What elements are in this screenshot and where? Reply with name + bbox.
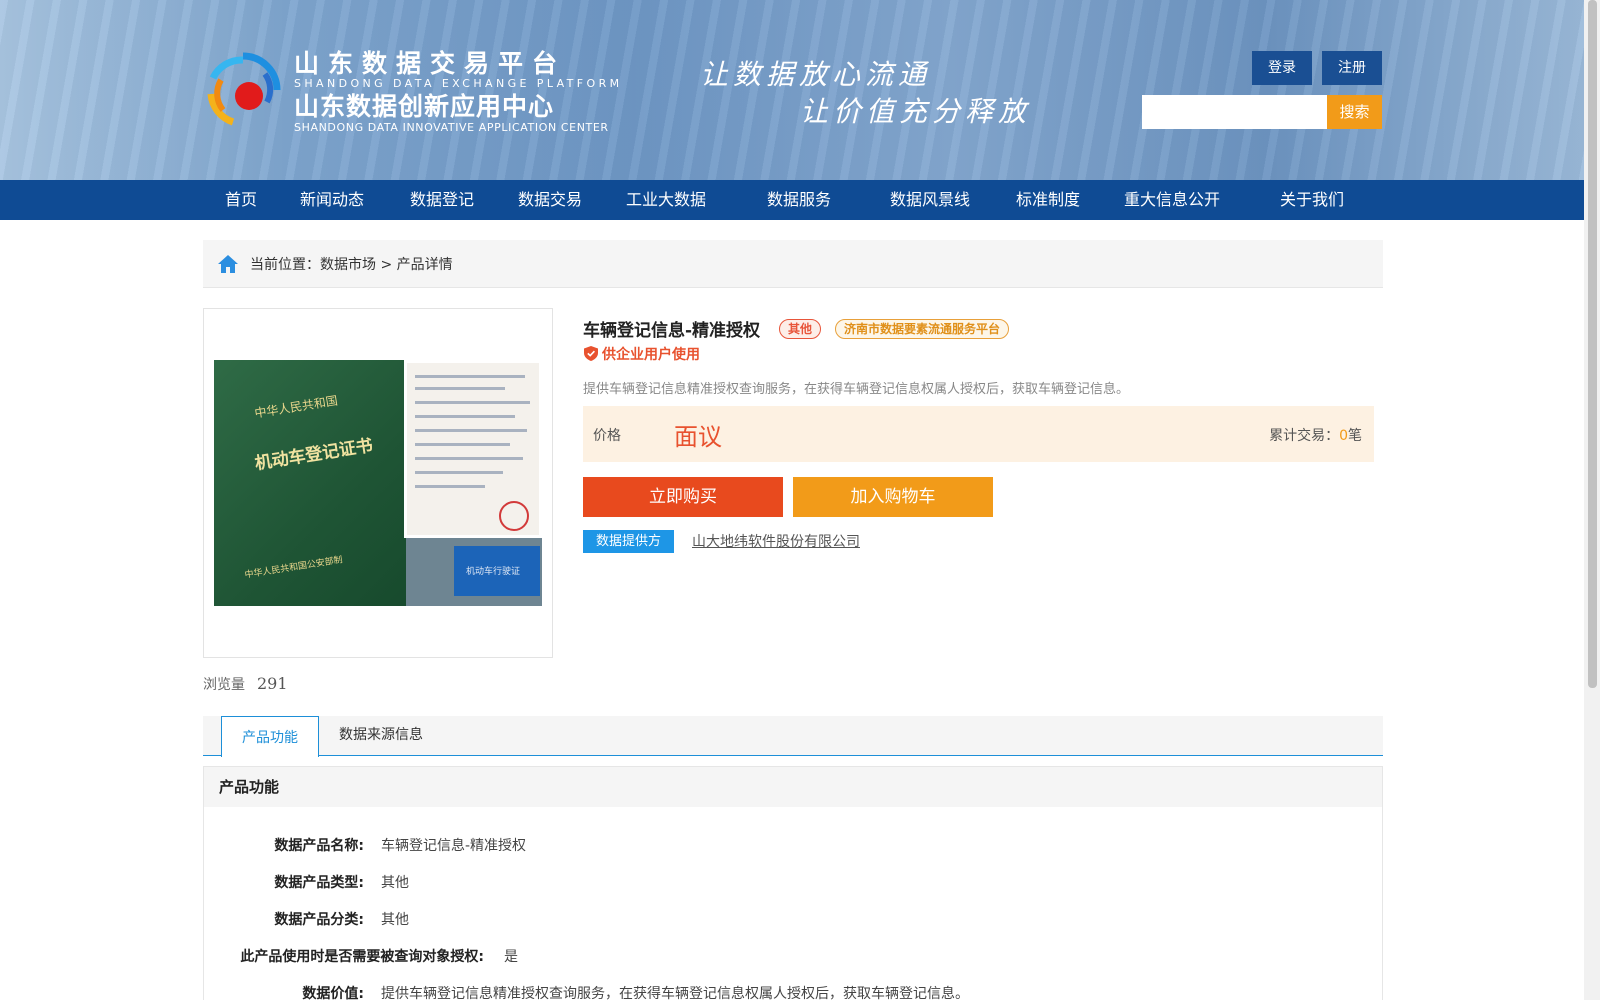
search-input[interactable] xyxy=(1142,95,1327,129)
register-button[interactable]: 注册 xyxy=(1322,51,1382,85)
enterprise-only-text: 供企业用户使用 xyxy=(602,347,700,363)
brand-title-en: SHANDONG DATA EXCHANGE PLATFORM xyxy=(294,77,623,90)
product-image-box: 中华人民共和国 机动车登记证书 中华人民共和国公安部制 机动车行驶证 xyxy=(203,308,553,658)
page-scrollbar[interactable] xyxy=(1584,0,1600,1000)
platform-tag: 济南市数据要素流通服务平台 xyxy=(835,319,1010,339)
tab-product-function[interactable]: 产品功能 xyxy=(221,716,319,757)
red-stamp-icon xyxy=(499,501,529,531)
detail-row: 数据产品名称: 车辆登记信息-精准授权 xyxy=(204,835,526,855)
provider-link[interactable]: 山大地纬软件股份有限公司 xyxy=(692,531,860,551)
nav-item-home[interactable]: 首页 xyxy=(225,180,257,220)
brand-subtitle-en: SHANDONG DATA INNOVATIVE APPLICATION CEN… xyxy=(294,121,609,134)
registration-document xyxy=(404,360,542,538)
nav-item-disclosure[interactable]: 重大信息公开 xyxy=(1124,180,1220,220)
slogan-line-2: 让价值充分释放 xyxy=(800,95,1032,128)
category-tag: 其他 xyxy=(779,319,822,339)
login-button[interactable]: 登录 xyxy=(1252,51,1312,85)
enterprise-only-notice: 供企业用户使用 xyxy=(584,344,700,364)
views-label: 浏览量 xyxy=(203,677,245,693)
detail-row: 数据价值: 提供车辆登记信息精准授权查询服务，在获得车辆登记信息权属人授权后，获… xyxy=(204,983,969,1000)
tab-data-source[interactable]: 数据来源信息 xyxy=(319,716,443,756)
views-counter: 浏览量 291 xyxy=(203,674,288,694)
product-tabs: 产品功能 数据来源信息 xyxy=(203,716,1383,757)
product-title: 车辆登记信息-精准授权 xyxy=(583,321,761,341)
provider-label: 数据提供方 xyxy=(583,530,674,553)
total-label: 累计交易： xyxy=(1269,428,1340,444)
nav-item-standards[interactable]: 标准制度 xyxy=(1016,180,1080,220)
price-value: 面议 xyxy=(674,423,722,451)
product-description: 提供车辆登记信息精准授权查询服务，在获得车辆登记信息权属人授权后，获取车辆登记信… xyxy=(583,382,1130,397)
search-button[interactable]: 搜索 xyxy=(1327,95,1382,129)
add-to-cart-button[interactable]: 加入购物车 xyxy=(793,477,993,517)
nav-item-data-services[interactable]: 数据服务 xyxy=(767,180,831,220)
detail-key: 数据价值: xyxy=(302,986,364,1000)
nav-item-data-trading[interactable]: 数据交易 xyxy=(518,180,582,220)
driving-license-card: 机动车行驶证 xyxy=(454,546,540,596)
buy-now-button[interactable]: 立即购买 xyxy=(583,477,783,517)
detail-key: 数据产品名称: xyxy=(274,838,364,854)
detail-row: 数据产品类型: 其他 xyxy=(204,872,409,892)
page: { "header": { "brand_cn1": "山东数据交易平台", "… xyxy=(0,0,1600,1000)
detail-value: 提供车辆登记信息精准授权查询服务，在获得车辆登记信息权属人授权后，获取车辆登记信… xyxy=(381,986,969,1000)
detail-row: 此产品使用时是否需要被查询对象授权: 是 xyxy=(204,946,518,966)
certificate-title-text: 机动车登记证书 xyxy=(253,435,375,475)
breadcrumb-text: 当前位置：数据市场 > 产品详情 xyxy=(250,257,453,273)
shield-check-icon xyxy=(584,346,598,361)
product-function-section: 产品功能 数据产品名称: 车辆登记信息-精准授权 数据产品类型: 其他 数据产品… xyxy=(203,766,1383,1000)
detail-key: 此产品使用时是否需要被查询对象授权: xyxy=(240,949,484,965)
breadcrumb: 当前位置：数据市场 > 产品详情 xyxy=(203,240,1383,288)
detail-key: 数据产品类型: xyxy=(274,875,364,891)
certificate-issuer-text: 中华人民共和国公安部制 xyxy=(244,555,344,581)
main-nav: 首页 新闻动态 数据登记 数据交易 工业大数据 数据服务 数据风景线 标准制度 … xyxy=(0,180,1584,220)
scrollbar-thumb[interactable] xyxy=(1588,0,1597,688)
price-box: 价格 面议 累计交易：0笔 xyxy=(583,406,1374,462)
site-header: 山东数据交易平台 SHANDONG DATA EXCHANGE PLATFORM… xyxy=(0,0,1584,180)
card-text: 机动车行驶证 xyxy=(466,567,521,577)
product-image: 中华人民共和国 机动车登记证书 中华人民共和国公安部制 机动车行驶证 xyxy=(214,360,542,606)
detail-value: 是 xyxy=(504,949,518,965)
certificate-country-text: 中华人民共和国 xyxy=(253,393,339,421)
brand-block: 山东数据交易平台 SHANDONG DATA EXCHANGE PLATFORM… xyxy=(294,50,623,134)
nav-item-about-us[interactable]: 关于我们 xyxy=(1280,180,1344,220)
detail-row: 数据产品分类: 其他 xyxy=(204,909,409,929)
brand-title-cn: 山东数据交易平台 xyxy=(294,49,567,78)
price-label: 价格 xyxy=(593,428,621,444)
certificate-book: 中华人民共和国 机动车登记证书 中华人民共和国公安部制 xyxy=(214,360,406,606)
nav-item-industrial-big-data[interactable]: 工业大数据 xyxy=(626,180,706,220)
detail-value: 车辆登记信息-精准授权 xyxy=(381,838,527,854)
nav-item-data-registration[interactable]: 数据登记 xyxy=(410,180,474,220)
views-count: 291 xyxy=(257,674,288,693)
nav-item-news[interactable]: 新闻动态 xyxy=(300,180,364,220)
total-unit: 笔 xyxy=(1348,428,1362,444)
platform-logo-icon xyxy=(207,52,281,126)
total-count: 0 xyxy=(1339,428,1348,444)
slogan-line-1: 让数据放心流通 xyxy=(700,58,932,91)
home-icon xyxy=(218,255,238,273)
detail-key: 数据产品分类: xyxy=(274,912,364,928)
nav-item-data-landscape[interactable]: 数据风景线 xyxy=(890,180,970,220)
detail-value: 其他 xyxy=(381,875,409,891)
detail-value: 其他 xyxy=(381,912,409,928)
section-title: 产品功能 xyxy=(204,767,1382,807)
total-transactions: 累计交易：0笔 xyxy=(1269,425,1362,445)
brand-subtitle-cn: 山东数据创新应用中心 xyxy=(294,92,555,121)
